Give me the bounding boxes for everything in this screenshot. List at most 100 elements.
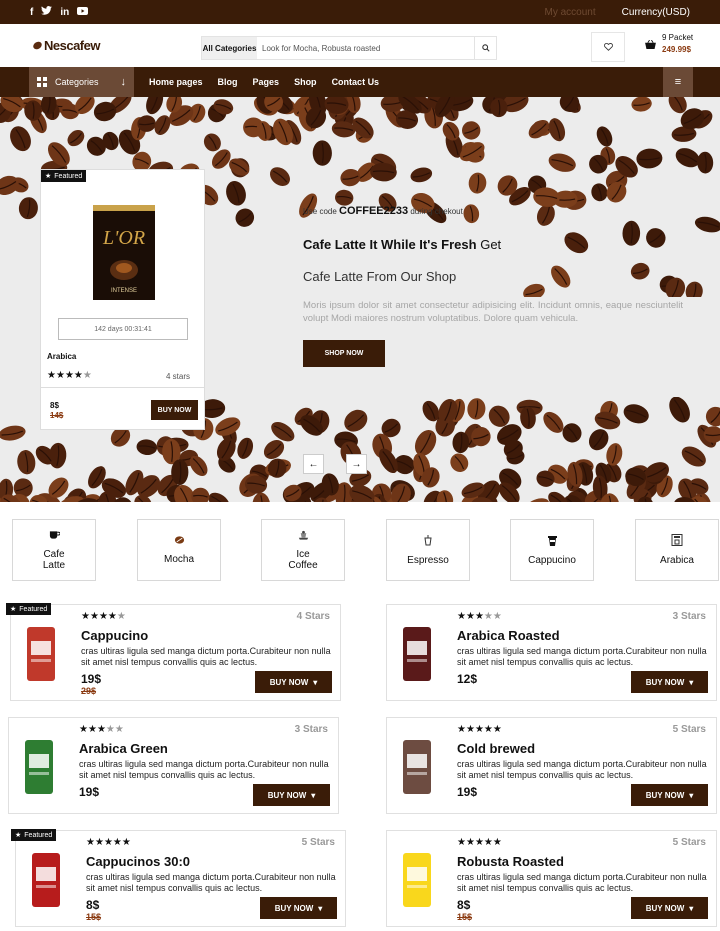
product-name[interactable]: Arabica Roasted <box>457 628 560 643</box>
star-icon: ★ <box>107 611 117 622</box>
shop-now-button[interactable]: SHOP NOW <box>303 340 385 367</box>
linkedin-icon[interactable]: in <box>60 7 69 18</box>
product-description: cras ultiras ligula sed manga dictum por… <box>457 646 707 667</box>
slider-prev-button[interactable]: ← <box>303 454 324 474</box>
product-image[interactable] <box>397 619 437 689</box>
current-price: 8$ <box>86 898 100 912</box>
category-ice-coffee[interactable]: Ice Coffee <box>261 519 345 581</box>
hero-headline: Cafe Latte It While It's Fresh Get <box>303 237 683 252</box>
current-price: 19$ <box>457 785 478 799</box>
nav-pages[interactable]: Pages <box>253 77 280 87</box>
star-icon: ★ <box>73 370 83 381</box>
product-image[interactable] <box>26 845 66 915</box>
nav-contact-us[interactable]: Contact Us <box>332 77 380 87</box>
currency-selector[interactable]: Currency(USD) <box>622 7 690 18</box>
coffee-bean-icon <box>174 535 185 548</box>
buy-now-button[interactable]: BUY NOW ▾ <box>253 784 330 806</box>
product-image[interactable] <box>21 619 61 689</box>
menu-button[interactable]: ≡ <box>663 67 693 97</box>
product-card[interactable]: ★ Featured ★★★★★ 4 Stars Cappucino cras ultir… <box>6 603 341 701</box>
product-card[interactable]: ★★★★★ 3 Stars Arabica Green cras ultiras li… <box>8 717 339 814</box>
category-espresso[interactable]: Espresso <box>386 519 470 581</box>
product-card[interactable]: ★★★★★ 3 Stars Arabica Roasted cras ultiras … <box>386 604 717 701</box>
buy-now-button[interactable]: BUY NOW ▾ <box>631 671 708 693</box>
old-price: 15$ <box>86 912 102 922</box>
featured-product-name[interactable]: Arabica <box>47 352 76 361</box>
search-category-select[interactable]: All Categories <box>202 37 257 59</box>
star-icon: ★ <box>47 370 56 381</box>
featured-label: Featured <box>24 831 53 839</box>
my-account-link[interactable]: My account <box>545 7 596 18</box>
buy-now-button[interactable]: BUY NOW ▾ <box>255 671 332 693</box>
search-button[interactable] <box>474 37 496 59</box>
featured-badge: ★ Featured <box>6 603 52 615</box>
categories-dropdown[interactable]: Categories ↓ <box>29 67 134 97</box>
coffee-machine-icon <box>671 534 683 549</box>
youtube-icon[interactable] <box>77 6 89 18</box>
product-description: cras ultiras ligula sed manga dictum por… <box>457 759 707 780</box>
product-image[interactable] <box>397 845 437 915</box>
category-arabica[interactable]: Arabica <box>635 519 719 581</box>
product-rating-label: 3 Stars <box>294 724 328 735</box>
product-name[interactable]: Cold brewed <box>457 741 535 756</box>
product-name[interactable]: Cappucino <box>81 628 148 643</box>
logo[interactable]: Nescafew <box>31 38 100 53</box>
product-card[interactable]: ★★★★★ 5 Stars Robusta Roasted cras ultiras … <box>386 830 717 927</box>
facebook-icon[interactable]: f <box>30 7 33 18</box>
product-image[interactable] <box>397 732 437 802</box>
star-icon: ★ <box>457 611 466 622</box>
hamburger-icon: ≡ <box>674 76 682 88</box>
social-links: f in <box>30 6 89 18</box>
buy-now-button[interactable]: BUY NOW ▾ <box>631 897 708 919</box>
product-name[interactable]: Robusta Roasted <box>457 854 564 869</box>
category-label: Cafe Latte <box>42 548 66 571</box>
product-image[interactable]: L'OR INTENSE <box>93 200 155 300</box>
star-icon: ★ <box>55 370 65 381</box>
takeaway-cup-icon <box>547 535 557 549</box>
star-icon: ★ <box>98 611 108 622</box>
product-name[interactable]: Arabica Green <box>79 741 168 756</box>
star-icon: ★ <box>112 837 122 848</box>
star-icon: ★ <box>64 370 74 381</box>
hero-banner: ★ Featured L'OR INTENSE 142 days 00:31:4… <box>0 97 720 502</box>
caret-down-icon: ▾ <box>689 790 694 800</box>
slider-next-button[interactable]: → <box>346 454 367 474</box>
buy-now-button[interactable]: BUY NOW ▾ <box>260 897 337 919</box>
nav-home-pages[interactable]: Home pages <box>149 77 203 87</box>
cart[interactable]: 9 Packet 249.99$ <box>645 32 693 56</box>
category-label: Espresso <box>407 554 449 566</box>
product-card[interactable]: ★ Featured ★★★★★ 5 Stars Cappucinos 30:0 cras… <box>11 829 346 927</box>
star-icon: ★ <box>474 611 484 622</box>
featured-buy-now-button[interactable]: BUY NOW <box>151 400 198 420</box>
nav-blog[interactable]: Blog <box>218 77 238 87</box>
category-cappucino[interactable]: Cappucino <box>510 519 594 581</box>
basket-icon <box>645 39 656 49</box>
category-cafe-latte[interactable]: Cafe Latte <box>12 519 96 581</box>
wishlist-button[interactable] <box>591 32 625 62</box>
search-input[interactable] <box>257 37 474 59</box>
current-price: 19$ <box>79 785 100 799</box>
category-label: Ice Coffee <box>288 548 318 571</box>
product-card[interactable]: ★★★★★ 5 Stars Cold brewed cras ultiras ligu… <box>386 717 717 814</box>
buy-now-label: BUY NOW <box>267 790 307 800</box>
star-icon: ★ <box>87 724 97 735</box>
featured-label: Featured <box>54 172 83 180</box>
product-price: 12$ <box>457 673 477 685</box>
buy-now-button[interactable]: BUY NOW ▾ <box>631 784 708 806</box>
product-rating-label: 5 Stars <box>672 724 706 735</box>
product-rating-stars: ★★★★★ <box>79 724 124 735</box>
category-row: Cafe Latte Mocha Ice Coffee Espresso Cap… <box>0 519 720 581</box>
caret-down-icon: ▾ <box>689 903 694 913</box>
category-mocha[interactable]: Mocha <box>137 519 221 581</box>
cart-summary: 9 Packet 249.99$ <box>662 32 693 56</box>
featured-product-card[interactable]: ★ Featured L'OR INTENSE 142 days 00:31:4… <box>40 169 205 430</box>
product-description: cras ultiras ligula sed manga dictum por… <box>86 872 336 893</box>
twitter-icon[interactable] <box>41 6 53 18</box>
product-name[interactable]: Cappucinos 30:0 <box>86 854 190 869</box>
star-icon: ★ <box>465 837 475 848</box>
search-icon <box>481 44 490 52</box>
featured-rating-stars: ★★★★★ <box>47 370 92 381</box>
nav-shop[interactable]: Shop <box>294 77 317 87</box>
product-image[interactable] <box>19 732 59 802</box>
promo-suffix: during chekout <box>410 207 463 216</box>
